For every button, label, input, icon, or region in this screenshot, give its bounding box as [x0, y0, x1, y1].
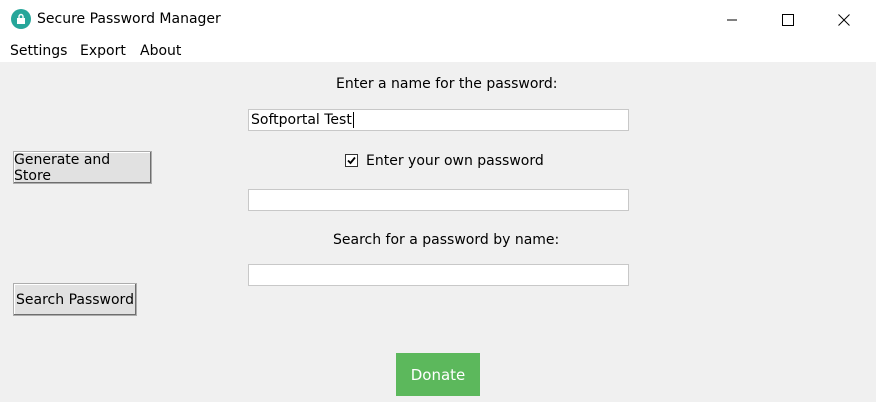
menu-settings[interactable]: Settings [10, 43, 67, 59]
search-password-button[interactable]: Search Password [13, 283, 137, 316]
name-input-value: Softportal Test [251, 112, 352, 128]
minimize-icon [727, 19, 737, 21]
name-label: Enter a name for the password: [336, 76, 558, 92]
search-label: Search for a password by name: [333, 232, 560, 248]
own-password-label[interactable]: Enter your own password [366, 153, 544, 169]
maximize-button[interactable] [760, 0, 816, 40]
password-input[interactable] [248, 189, 629, 211]
menu-bar: Settings Export About [0, 40, 876, 62]
generate-and-store-button[interactable]: Generate and Store [13, 151, 152, 184]
maximize-icon [782, 14, 794, 26]
window-title: Secure Password Manager [37, 11, 221, 27]
minimize-button[interactable] [704, 0, 760, 40]
lock-icon [11, 9, 31, 29]
menu-export[interactable]: Export [80, 43, 126, 59]
own-password-checkbox[interactable] [345, 154, 358, 167]
menu-about[interactable]: About [140, 43, 181, 59]
search-input[interactable] [248, 264, 629, 286]
donate-button[interactable]: Donate [396, 353, 480, 396]
name-input[interactable]: Softportal Test [248, 109, 629, 131]
title-bar: Secure Password Manager [0, 0, 876, 40]
close-icon [838, 14, 850, 26]
close-button[interactable] [816, 0, 872, 40]
text-caret [352, 112, 354, 128]
checkmark-icon [347, 156, 356, 165]
